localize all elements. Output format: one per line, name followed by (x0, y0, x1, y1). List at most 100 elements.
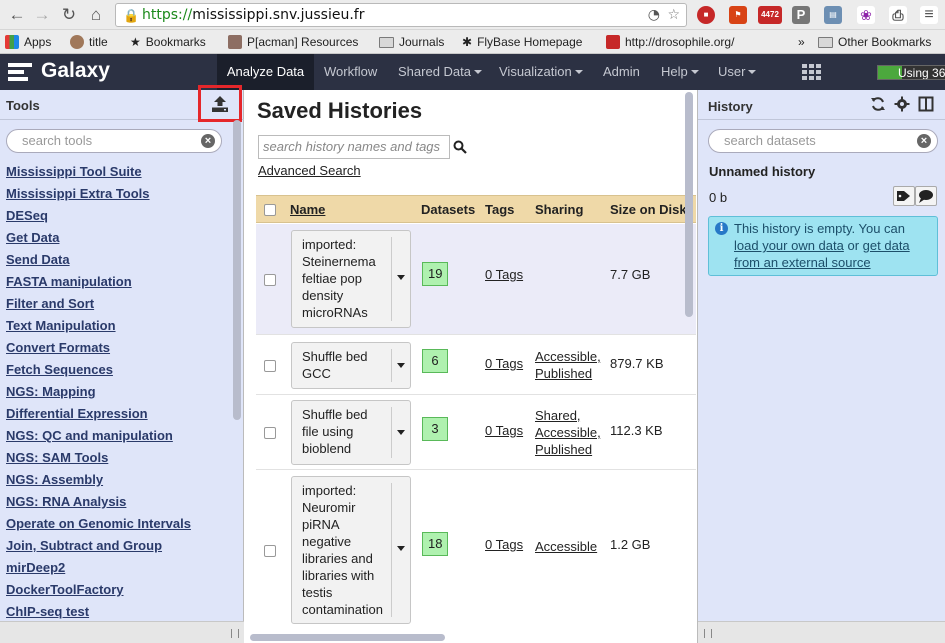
tool-search-input[interactable]: search tools × (6, 129, 222, 153)
forward-icon[interactable]: → (31, 4, 53, 26)
col-datasets: Datasets (421, 202, 476, 217)
tab-user[interactable]: User (718, 54, 757, 90)
row-checkbox[interactable] (264, 427, 276, 439)
load-data-link[interactable]: load your own data (734, 238, 844, 253)
bookmark-label: Bookmarks (145, 35, 206, 49)
tool-section-link[interactable]: Filter and Sort (6, 295, 231, 317)
table-row[interactable]: Shuffle bed file using bioblend 3 0 Tags… (256, 396, 696, 470)
tool-section-link[interactable]: mirDeep2 (6, 559, 231, 581)
tool-section-link[interactable]: NGS: QC and manipulation (6, 427, 231, 449)
tab-visualization[interactable]: Visualization (499, 54, 583, 90)
tags-link[interactable]: 0 Tags (485, 537, 523, 552)
tool-section-link[interactable]: NGS: RNA Analysis (6, 493, 231, 515)
extension-bookmark-icon[interactable]: ⚑ (729, 6, 747, 24)
refresh-icon[interactable] (870, 96, 886, 112)
annotation-button[interactable] (915, 186, 937, 206)
tool-section-link[interactable]: DockerToolFactory (6, 581, 231, 603)
bookmark-resources[interactable]: P[acman] Resources (228, 34, 358, 50)
bookmark-other[interactable]: Other Bookmarks (818, 34, 931, 50)
columns-icon[interactable] (918, 96, 934, 112)
tool-section-link[interactable]: NGS: Mapping (6, 383, 231, 405)
tab-label: Shared Data (398, 64, 471, 79)
tool-panel-scrollbar[interactable] (233, 120, 241, 640)
select-all-checkbox[interactable] (264, 204, 276, 216)
scroll-thumb[interactable] (685, 92, 693, 317)
advanced-search-link[interactable]: Advanced Search (258, 163, 361, 178)
tool-section-link[interactable]: Convert Formats (6, 339, 231, 361)
bookmark-drosophile[interactable]: http://drosophile.org/ (606, 34, 734, 50)
history-name[interactable]: Unnamed history (709, 164, 815, 179)
tool-section-link[interactable]: DESeq (6, 207, 231, 229)
tool-section-link[interactable]: Mississippi Tool Suite (6, 163, 231, 185)
tab-workflow[interactable]: Workflow (324, 54, 377, 90)
bookmark-flybase[interactable]: ✱ FlyBase Homepage (462, 34, 582, 50)
center-scrollbar[interactable] (685, 92, 693, 632)
history-name-dropdown[interactable]: imported: Neuromir piRNA negative librar… (291, 476, 411, 624)
tool-section-link[interactable]: Join, Subtract and Group (6, 537, 231, 559)
row-checkbox[interactable] (264, 360, 276, 372)
menu-icon[interactable]: ≡ (920, 6, 938, 24)
dataset-search-input[interactable]: search datasets × (708, 129, 938, 153)
tags-link[interactable]: 0 Tags (485, 267, 523, 282)
tool-section-link[interactable]: NGS: SAM Tools (6, 449, 231, 471)
bookmark-apps[interactable]: Apps (5, 34, 51, 50)
bookmarks-overflow-button[interactable]: » (798, 34, 805, 50)
back-icon[interactable]: ← (6, 4, 28, 26)
col-name[interactable]: Name (290, 196, 325, 224)
address-bar[interactable]: 🔒 https://mississippi.snv.jussieu.fr ◔ ☆ (115, 3, 687, 27)
upload-button[interactable] (198, 85, 242, 122)
extension-book-icon[interactable]: ▤ (824, 6, 842, 24)
tab-admin[interactable]: Admin (603, 54, 640, 90)
tool-section-link[interactable]: FASTA manipulation (6, 273, 231, 295)
gear-icon[interactable] (894, 96, 910, 112)
reload-icon[interactable]: ↻ (58, 4, 80, 26)
row-checkbox[interactable] (264, 274, 276, 286)
info-icon[interactable]: ◔ (648, 4, 660, 26)
history-search-input[interactable]: search history names and tags (258, 135, 450, 159)
tool-section-link[interactable]: Send Data (6, 251, 231, 273)
star-icon[interactable]: ☆ (667, 4, 680, 26)
bookmark-title[interactable]: title (70, 34, 108, 50)
center-horizontal-scrollbar[interactable] (245, 632, 685, 643)
clear-search-icon[interactable]: × (201, 134, 215, 148)
table-row[interactable]: imported: Steinernema feltiae pop densit… (256, 224, 696, 335)
tab-shared-data[interactable]: Shared Data (398, 54, 482, 90)
tool-section-link[interactable]: Mississippi Extra Tools (6, 185, 231, 207)
tool-section-link[interactable]: Operate on Genomic Intervals (6, 515, 231, 537)
history-name-dropdown[interactable]: Shuffle bed GCC (291, 342, 411, 389)
resize-grip-icon[interactable] (704, 629, 712, 638)
tags-link[interactable]: 0 Tags (485, 356, 523, 371)
tool-section-link[interactable]: Text Manipulation (6, 317, 231, 339)
history-panel-title: History (708, 99, 753, 114)
extension-flower-icon[interactable]: ❀ (857, 6, 875, 24)
clear-search-icon[interactable]: × (917, 134, 931, 148)
search-icon[interactable] (453, 140, 467, 154)
scratchbook-grid-icon[interactable] (802, 64, 822, 80)
scroll-thumb[interactable] (250, 634, 445, 641)
extension-badge-icon[interactable]: 4472 (758, 6, 782, 24)
history-name-dropdown[interactable]: imported: Steinernema feltiae pop densit… (291, 230, 411, 328)
tool-section-link[interactable]: Get Data (6, 229, 231, 251)
resize-grip-icon[interactable] (231, 629, 239, 638)
table-row[interactable]: Shuffle bed GCC 6 0 Tags Accessible, Pub… (256, 336, 696, 395)
history-name-dropdown[interactable]: Shuffle bed file using bioblend (291, 400, 411, 465)
tags-button[interactable] (893, 186, 915, 206)
bookmark-bookmarks[interactable]: ★ Bookmarks (130, 34, 206, 50)
extension-print-icon[interactable]: ⎙ (889, 6, 907, 24)
tags-link[interactable]: 0 Tags (485, 423, 523, 438)
sharing-status[interactable]: Accessible (535, 538, 597, 555)
tool-section-link[interactable]: NGS: Assembly (6, 471, 231, 493)
bookmark-journals[interactable]: Journals (379, 34, 444, 50)
extension-stop-icon[interactable]: ■ (697, 6, 715, 24)
sharing-status[interactable]: Shared, Accessible, Published (535, 407, 601, 458)
home-icon[interactable]: ⌂ (85, 4, 107, 26)
scroll-thumb[interactable] (233, 120, 241, 420)
table-row[interactable]: imported: Neuromir piRNA negative librar… (256, 471, 696, 631)
tab-help[interactable]: Help (661, 54, 699, 90)
tool-section-link[interactable]: Fetch Sequences (6, 361, 231, 383)
row-checkbox[interactable] (264, 545, 276, 557)
sharing-status[interactable]: Accessible, Published (535, 348, 601, 382)
quota-meter[interactable]: Using 36 (877, 65, 945, 80)
extension-p-icon[interactable]: P (792, 6, 810, 24)
tool-section-link[interactable]: Differential Expression (6, 405, 231, 427)
